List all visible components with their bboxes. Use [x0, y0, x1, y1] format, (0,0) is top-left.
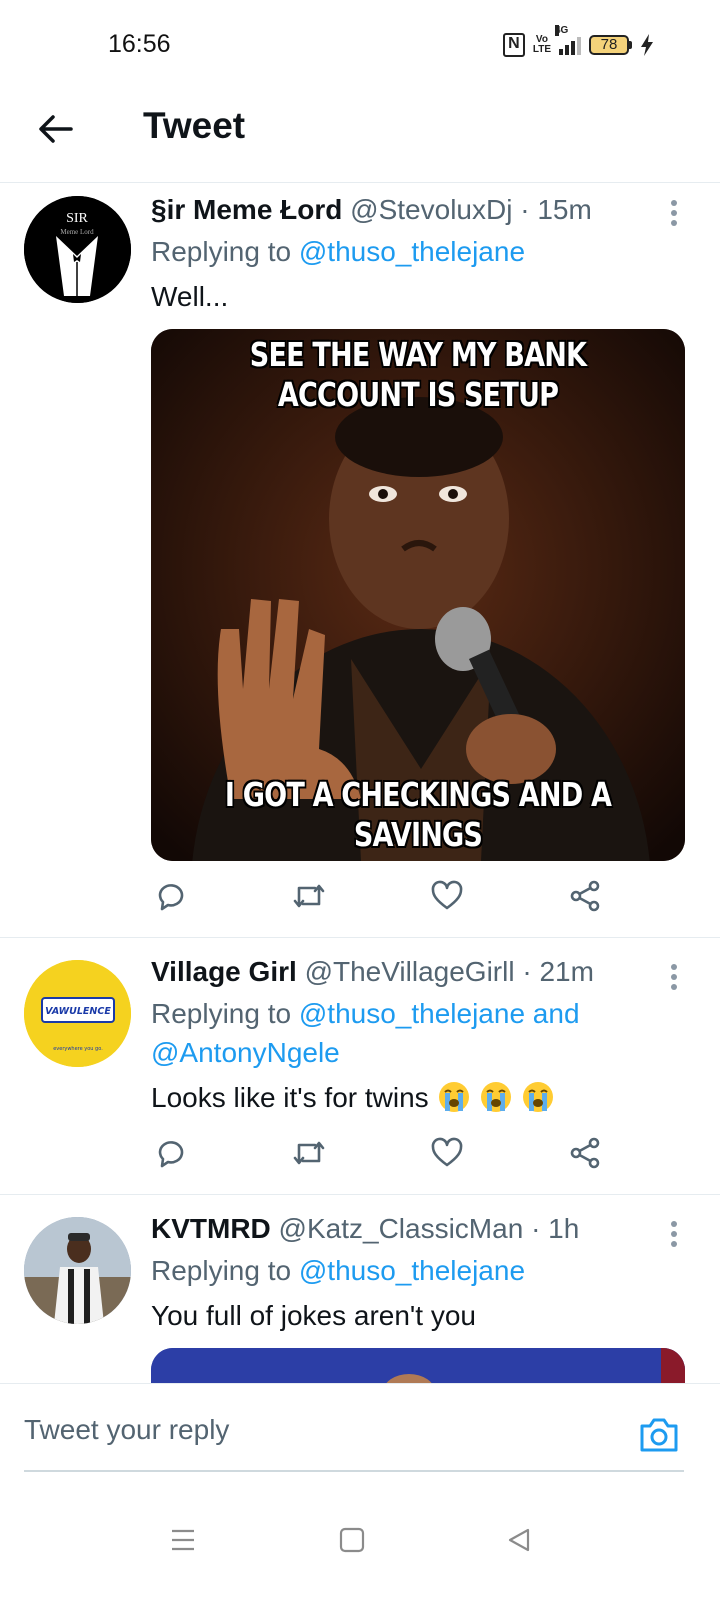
volte-icon: Vo LTE	[533, 35, 551, 55]
retweet-icon	[293, 884, 325, 908]
camera-button[interactable]	[638, 1414, 680, 1454]
retweet-icon	[293, 1141, 325, 1165]
top-app-bar: Tweet	[0, 90, 720, 183]
tweet-header: §ir Meme Łord @StevoluxDj · 15m	[151, 192, 696, 228]
heart-icon	[431, 1137, 463, 1167]
status-icons: N Vo LTE 4G 78	[502, 25, 654, 60]
signal-icon: 4G	[555, 25, 581, 55]
tweet-header: Village Girl @TheVillageGirll · 21m	[151, 954, 696, 990]
like-button[interactable]	[429, 878, 465, 914]
share-icon	[570, 1137, 600, 1169]
separator: ·	[531, 1213, 541, 1244]
tweet-body: §ir Meme Łord @StevoluxDj · 15m Replying…	[151, 192, 696, 861]
battery-icon: 78	[589, 35, 632, 55]
camera-icon	[640, 1418, 678, 1452]
reply-input[interactable]	[24, 1414, 584, 1446]
reply-button[interactable]	[153, 878, 189, 914]
partial-image	[151, 1348, 685, 1383]
mention-link[interactable]: @thuso_thelejane	[299, 1255, 525, 1286]
brand-logo-icon: VAWULENCE everywhere you go.	[24, 960, 131, 1067]
meme-bottom-caption: I GOT A CHECKINGS AND A SAVINGS	[224, 775, 612, 854]
avatar[interactable]	[24, 1217, 131, 1324]
avatar-logo-text: SIR	[66, 211, 88, 226]
loudly-crying-face-icon	[523, 1082, 554, 1112]
reply-icon	[158, 884, 184, 911]
menu-button[interactable]	[163, 1520, 203, 1560]
tweet-image[interactable]	[151, 1348, 685, 1383]
share-icon	[570, 880, 600, 912]
share-button[interactable]	[567, 1135, 603, 1171]
display-name[interactable]: Village Girl	[151, 956, 297, 987]
home-square-icon	[339, 1527, 365, 1553]
back-triangle-icon	[508, 1528, 530, 1552]
user-handle[interactable]: @Katz_ClassicMan	[279, 1213, 524, 1244]
system-nav-bar	[0, 1490, 720, 1600]
retweet-button[interactable]	[291, 1135, 327, 1171]
mention-link[interactable]: @thuso_thelejane	[299, 236, 525, 267]
timestamp[interactable]: 1h	[548, 1213, 579, 1244]
tweet[interactable]: SIR Meme Lord §ir Meme Łord @StevoluxDj …	[0, 184, 720, 938]
display-name[interactable]: §ir Meme Łord	[151, 194, 342, 225]
replying-to: Replying to @thuso_thelejane and @Antony…	[151, 994, 696, 1072]
loudly-crying-face-icon	[481, 1082, 512, 1112]
timestamp[interactable]: 15m	[537, 194, 591, 225]
tweet-actions	[153, 1135, 603, 1171]
tweet-text-content: Looks like it's for twins	[151, 1082, 429, 1113]
system-back-button[interactable]	[499, 1520, 539, 1560]
tweet-body: KVTMRD @Katz_ClassicMan · 1h Replying to…	[151, 1211, 696, 1383]
user-handle[interactable]: @TheVillageGirll	[305, 956, 515, 987]
menu-icon	[172, 1529, 194, 1551]
replying-prefix: Replying to	[151, 998, 292, 1029]
tweet-image[interactable]: SEE THE WAY MY BANK ACCOUNT IS SETUP I G…	[151, 329, 685, 861]
avatar-logo-sub: Meme Lord	[60, 228, 94, 236]
tweet[interactable]: KVTMRD @Katz_ClassicMan · 1h Replying to…	[0, 1195, 720, 1383]
reply-composer	[0, 1383, 720, 1490]
user-photo	[24, 1217, 131, 1324]
home-button[interactable]	[332, 1520, 372, 1560]
page-title: Tweet	[143, 105, 246, 146]
volte-bottom: LTE	[532, 44, 551, 55]
separator: ·	[522, 956, 532, 987]
status-time: 16:56	[108, 30, 171, 58]
tweet[interactable]: VAWULENCE everywhere you go. Village Gir…	[0, 938, 720, 1195]
nfc-icon: N	[502, 33, 525, 57]
timestamp[interactable]: 21m	[539, 956, 593, 987]
display-name[interactable]: KVTMRD	[151, 1213, 271, 1244]
reply-icon	[158, 1141, 184, 1168]
avatar[interactable]: VAWULENCE everywhere you go.	[24, 960, 131, 1067]
tweet-body: Village Girl @TheVillageGirll · 21m Repl…	[151, 954, 696, 1116]
tweet-text: You full of jokes aren't you	[151, 1300, 476, 1331]
tweet-header: KVTMRD @Katz_ClassicMan · 1h	[151, 1211, 696, 1247]
replying-prefix: Replying to	[151, 236, 292, 267]
status-bar: 16:56 N Vo LTE 4G 78	[0, 0, 720, 90]
network-type: 4G	[555, 25, 569, 36]
tweet-actions	[153, 878, 603, 914]
avatar-brand-text: VAWULENCE	[45, 1006, 111, 1017]
loudly-crying-face-icon	[439, 1082, 470, 1112]
charging-icon	[641, 34, 653, 56]
reply-button[interactable]	[153, 1135, 189, 1171]
tuxedo-logo-icon: SIR Meme Lord	[24, 196, 131, 303]
tweet-text: Looks like it's for twins	[151, 1080, 696, 1116]
replying-to: Replying to @thuso_thelejane	[151, 1251, 696, 1290]
input-underline	[24, 1470, 684, 1472]
replying-to: Replying to @thuso_thelejane	[151, 232, 696, 271]
retweet-button[interactable]	[291, 878, 327, 914]
arrow-left-icon	[39, 115, 73, 143]
separator: ·	[520, 194, 530, 225]
avatar-brand-sub: everywhere you go.	[53, 1046, 103, 1052]
replying-prefix: Replying to	[151, 1255, 292, 1286]
avatar[interactable]: SIR Meme Lord	[24, 196, 131, 303]
heart-icon	[431, 880, 463, 910]
meme-top-caption: SEE THE WAY MY BANK ACCOUNT IS SETUP	[249, 335, 587, 414]
back-button[interactable]	[34, 108, 76, 150]
share-button[interactable]	[567, 878, 603, 914]
battery-level: 78	[589, 35, 629, 55]
like-button[interactable]	[429, 1135, 465, 1171]
tweet-text: Well...	[151, 281, 229, 312]
user-handle[interactable]: @StevoluxDj	[350, 194, 512, 225]
